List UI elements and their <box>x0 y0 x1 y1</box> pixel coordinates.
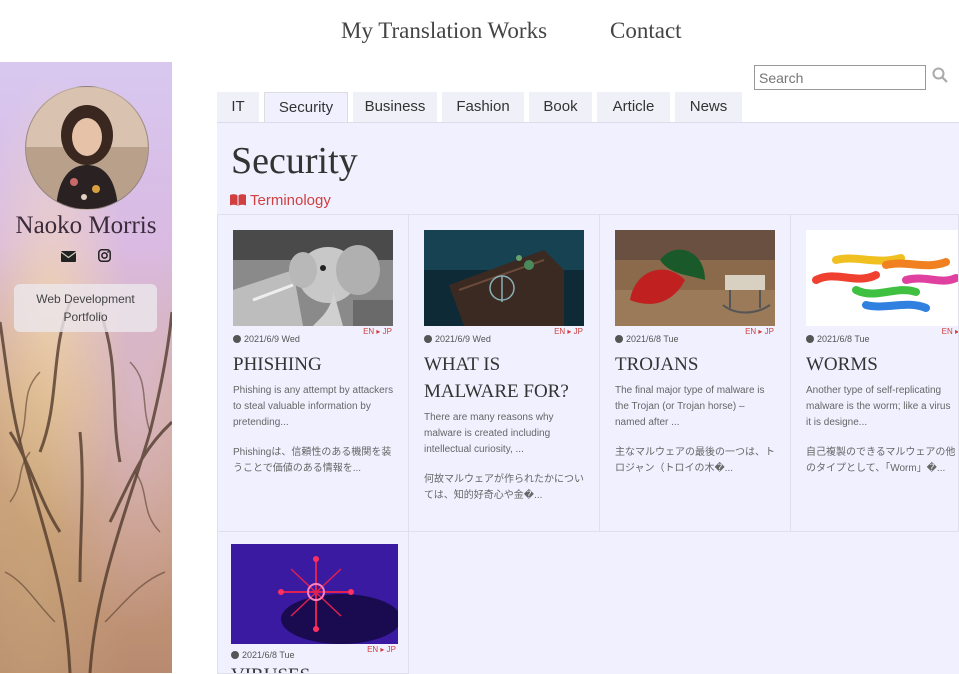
excerpt-en: Phishing is any attempt by attackers to … <box>233 385 394 428</box>
article-date: 2021/6/9 Wed <box>424 334 491 344</box>
article-card-phishing[interactable]: 2021/6/9 Wed EN ▸ JP PHISHING Phishing i… <box>217 214 409 532</box>
tab-it[interactable]: IT <box>217 92 259 122</box>
language-badge: EN ▸ JP <box>554 327 583 336</box>
sidebar: Naoko Morris Web Development Portfolio <box>0 62 172 673</box>
instagram-icon[interactable] <box>98 249 112 265</box>
language-badge: EN ▸ JP <box>745 327 774 336</box>
envelope-icon[interactable] <box>60 249 77 265</box>
book-icon <box>230 193 246 206</box>
tree-branches-background <box>0 301 172 673</box>
tab-fashion[interactable]: Fashion <box>442 92 524 122</box>
article-card-worms[interactable]: 2021/6/8 Tue EN ▸ WORMS Another type of … <box>790 214 959 532</box>
article-thumbnail[interactable] <box>424 230 584 326</box>
clock-icon <box>233 335 241 343</box>
portfolio-button[interactable]: Web Development Portfolio <box>14 284 157 332</box>
tab-security[interactable]: Security <box>264 92 348 123</box>
page-title: Security <box>231 140 358 182</box>
article-title[interactable]: TROJANS <box>615 351 780 378</box>
article-thumbnail[interactable] <box>806 230 958 326</box>
article-thumbnail[interactable] <box>615 230 775 326</box>
article-thumbnail[interactable] <box>231 544 398 644</box>
tab-news[interactable]: News <box>675 92 742 122</box>
language-badge: EN ▸ JP <box>363 327 392 336</box>
clock-icon <box>231 651 239 659</box>
terminology-label: Terminology <box>250 192 331 209</box>
clock-icon <box>806 335 814 343</box>
excerpt-jp: 自己複製のできるマルウェアの他のタイプとして、「Worm」�... <box>806 447 956 474</box>
language-badge: EN ▸ JP <box>367 645 396 654</box>
article-date: 2021/6/8 Tue <box>615 334 679 344</box>
search-input[interactable] <box>754 65 926 90</box>
top-nav: My Translation Works Contact <box>0 0 959 62</box>
content-panel: Security Terminology 2021/6/9 Wed EN ▸ J… <box>217 122 959 674</box>
article-card-trojans[interactable]: 2021/6/8 Tue EN ▸ JP TROJANS The final m… <box>599 214 791 532</box>
tab-book[interactable]: Book <box>529 92 592 122</box>
article-title[interactable]: PHISHING <box>233 351 398 378</box>
terminology-link[interactable]: Terminology <box>230 192 331 209</box>
article-date: 2021/6/8 Tue <box>806 334 870 344</box>
tab-business[interactable]: Business <box>353 92 437 122</box>
article-title[interactable]: VIRUSES <box>231 662 396 673</box>
clock-icon <box>424 335 432 343</box>
search-icon[interactable] <box>932 67 948 88</box>
excerpt-en: The final major type of malware is the T… <box>615 385 765 428</box>
social-links <box>0 249 172 267</box>
clock-icon <box>615 335 623 343</box>
article-title[interactable]: WORMS <box>806 351 958 378</box>
article-title[interactable]: WHAT IS MALWARE FOR? <box>424 351 589 405</box>
article-date: 2021/6/8 Tue <box>231 650 295 660</box>
excerpt-jp: 何故マルウェアが作られたかについては、知的好奇心や金�... <box>424 474 584 501</box>
avatar <box>25 86 149 210</box>
article-date: 2021/6/9 Wed <box>233 334 300 344</box>
tab-article[interactable]: Article <box>597 92 670 122</box>
nav-translation-works[interactable]: My Translation Works <box>341 18 547 44</box>
profile-name: Naoko Morris <box>15 212 157 239</box>
article-thumbnail[interactable] <box>233 230 393 326</box>
excerpt-en: There are many reasons why malware is cr… <box>424 412 554 455</box>
nav-contact[interactable]: Contact <box>610 18 682 44</box>
excerpt-en: Another type of self-replicating malware… <box>806 385 951 428</box>
article-card-viruses[interactable]: 2021/6/8 Tue EN ▸ JP VIRUSES <box>217 531 409 674</box>
language-badge: EN ▸ <box>941 327 959 336</box>
excerpt-jp: 主なマルウェアの最後の一つは、トロジャン（トロイの木�... <box>615 447 775 474</box>
article-card-malware[interactable]: 2021/6/9 Wed EN ▸ JP WHAT IS MALWARE FOR… <box>408 214 600 532</box>
excerpt-jp: Phishingは、信頼性のある機関を装うことで価値のある情報を... <box>233 447 392 474</box>
